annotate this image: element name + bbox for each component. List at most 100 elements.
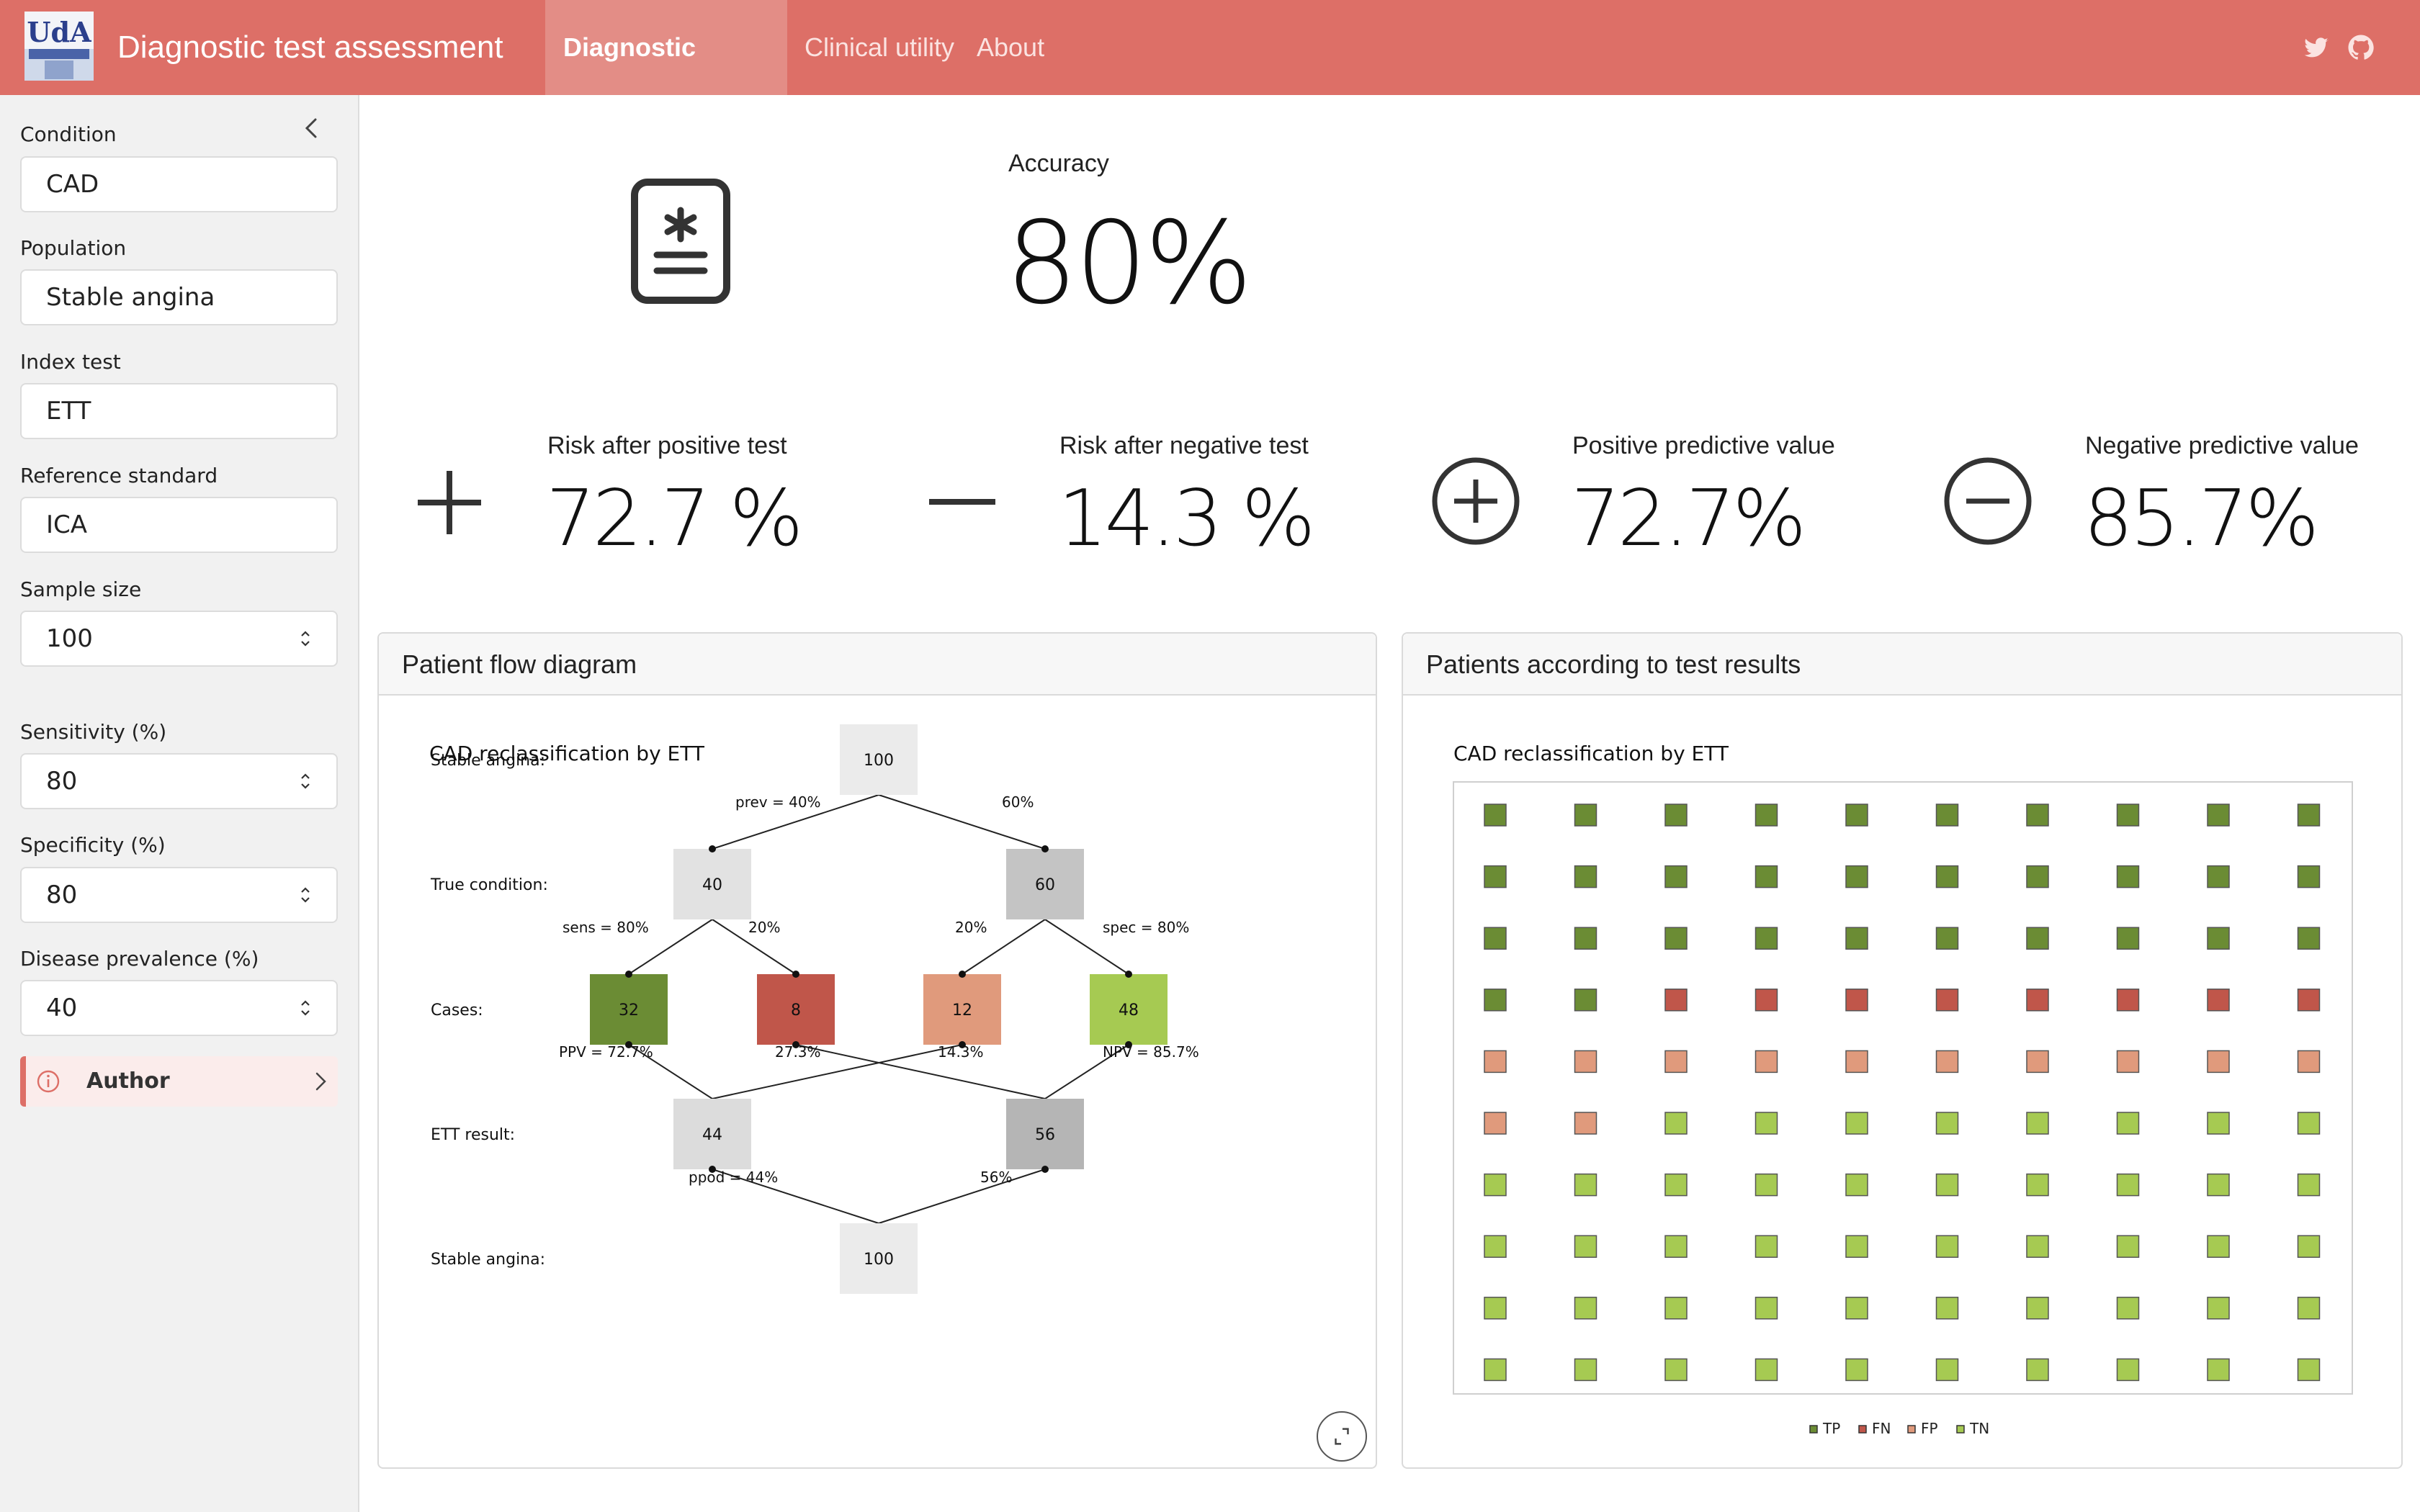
patient-cell-tp <box>1484 804 1507 827</box>
tab-about[interactable]: About <box>959 0 1062 95</box>
patient-cell-tp <box>1845 804 1868 827</box>
patient-cell-tn <box>1754 1112 1778 1135</box>
flow-node-label-test_pos: 44 <box>702 1126 722 1144</box>
condition-label: Condition <box>20 122 117 146</box>
flow-edge-dot <box>1041 845 1049 852</box>
reference-standard-label: Reference standard <box>20 464 218 487</box>
flow-row-label: Stable angina: <box>431 1251 545 1269</box>
patient-cell-fp <box>1574 1050 1597 1074</box>
patient-cell-tn <box>2026 1297 2049 1320</box>
patient-cell-tp <box>1664 865 1688 888</box>
stepper-icon[interactable] <box>299 770 312 792</box>
app-title[interactable]: Diagnostic test assessment <box>117 0 503 95</box>
patient-cell-fp <box>1754 1050 1778 1074</box>
patient-flow-title: Patient flow diagram <box>379 634 1376 696</box>
flow-edge-dot <box>1041 1166 1049 1173</box>
github-icon[interactable] <box>2347 33 2375 62</box>
info-icon <box>37 1070 60 1093</box>
flow-edge-label: ppod = 44% <box>689 1169 778 1186</box>
patient-cell-tn <box>1845 1235 1868 1258</box>
patient-cell-tn <box>1484 1358 1507 1382</box>
patient-cell-tn <box>1935 1297 1959 1320</box>
ppv-value: 72.7% <box>1571 474 1806 564</box>
accuracy-value: 80% <box>1005 197 1252 330</box>
patient-cell-tn <box>2297 1235 2321 1258</box>
prevalence-input[interactable]: 40 <box>20 980 338 1036</box>
patient-cell-tn <box>1935 1173 1959 1197</box>
patient-cell-tn <box>2207 1173 2230 1197</box>
patient-cell-tn <box>1664 1358 1688 1382</box>
sample-size-input[interactable]: 100 <box>20 611 338 667</box>
patient-cell-tp <box>2026 804 2049 827</box>
plus-circle-icon <box>1432 457 1520 545</box>
patient-cell-fp <box>1574 1112 1597 1135</box>
patient-cell-fn <box>1664 989 1688 1012</box>
legend-swatch-fn <box>1858 1425 1867 1434</box>
prevalence-label: Disease prevalence (%) <box>20 947 259 971</box>
minus-icon <box>929 499 995 505</box>
population-input[interactable]: Stable angina <box>20 269 338 325</box>
patient-cell-tn <box>2116 1358 2140 1382</box>
npv-value: 85.7% <box>2084 474 2319 564</box>
accuracy-label: Accuracy <box>1008 150 1109 177</box>
patient-cell-tp <box>2116 927 2140 950</box>
risk-positive-label: Risk after positive test <box>547 432 787 459</box>
patient-cell-tn <box>1574 1358 1597 1382</box>
patient-cell-tp <box>1574 865 1597 888</box>
patient-cell-fp <box>2207 1050 2230 1074</box>
patient-cell-tn <box>1935 1235 1959 1258</box>
stepper-icon[interactable] <box>299 997 312 1019</box>
patient-cell-fn <box>2297 989 2321 1012</box>
minus-circle-icon <box>1944 457 2032 545</box>
patient-cell-tp <box>2207 865 2230 888</box>
patient-cell-tn <box>1935 1112 1959 1135</box>
legend-label-fn: FN <box>1872 1420 1891 1437</box>
patient-cell-tn <box>1664 1173 1688 1197</box>
patient-cell-tn <box>1845 1358 1868 1382</box>
flow-row-label: Cases: <box>431 1002 483 1020</box>
chevron-left-icon[interactable] <box>295 112 327 144</box>
patient-cell-fn <box>1754 989 1778 1012</box>
patient-cell-tn <box>1754 1173 1778 1197</box>
legend-label-tn: TN <box>1969 1420 1989 1437</box>
expand-icon[interactable] <box>1317 1411 1367 1462</box>
index-test-input[interactable]: ETT <box>20 383 338 439</box>
sensitivity-value: 80 <box>46 767 78 796</box>
sensitivity-label: Sensitivity (%) <box>20 720 167 744</box>
patient-cell-tp <box>1574 989 1597 1012</box>
sensitivity-input[interactable]: 80 <box>20 753 338 809</box>
patient-cell-tn <box>1664 1235 1688 1258</box>
sample-size-value: 100 <box>46 624 93 653</box>
patient-cell-tp <box>2297 865 2321 888</box>
reference-standard-input[interactable]: ICA <box>20 497 338 553</box>
tab-clinical-utility[interactable]: Clinical utility <box>786 0 972 95</box>
sample-size-label: Sample size <box>20 577 142 601</box>
university-logo[interactable]: UdA <box>23 10 95 82</box>
flow-node-label-healthy: 60 <box>1035 876 1055 894</box>
patient-cell-tn <box>2207 1297 2230 1320</box>
patient-cell-tn <box>2116 1112 2140 1135</box>
flow-row-label: Stable angina: <box>431 752 545 770</box>
patient-cell-fp <box>1664 1050 1688 1074</box>
flow-node-label-test_neg: 56 <box>1035 1126 1055 1144</box>
legend-swatch-tp <box>1809 1425 1818 1434</box>
specificity-input[interactable]: 80 <box>20 867 338 923</box>
navbar: UdA Diagnostic test assessment Diagnosti… <box>0 0 2420 157</box>
patient-cell-fp <box>2116 1050 2140 1074</box>
author-accordion[interactable]: Author <box>20 1056 338 1107</box>
patient-cell-fp <box>2297 1050 2321 1074</box>
chevron-right-icon <box>315 1072 326 1091</box>
patient-cell-tn <box>2116 1173 2140 1197</box>
condition-input[interactable]: CAD <box>20 156 338 212</box>
patient-cell-fp <box>2026 1050 2049 1074</box>
patient-cell-tp <box>1845 927 1868 950</box>
stepper-icon[interactable] <box>299 884 312 906</box>
tab-diagnostic-accuracy[interactable]: Diagnostic accuracy <box>545 0 787 157</box>
twitter-icon[interactable] <box>2302 33 2331 62</box>
patient-cell-tn <box>2116 1297 2140 1320</box>
prevalence-value: 40 <box>46 994 78 1022</box>
stepper-icon[interactable] <box>299 628 312 649</box>
patient-cell-tp <box>1845 865 1868 888</box>
patient-cell-tp <box>1664 804 1688 827</box>
flow-edge-label: spec = 80% <box>1103 919 1189 936</box>
